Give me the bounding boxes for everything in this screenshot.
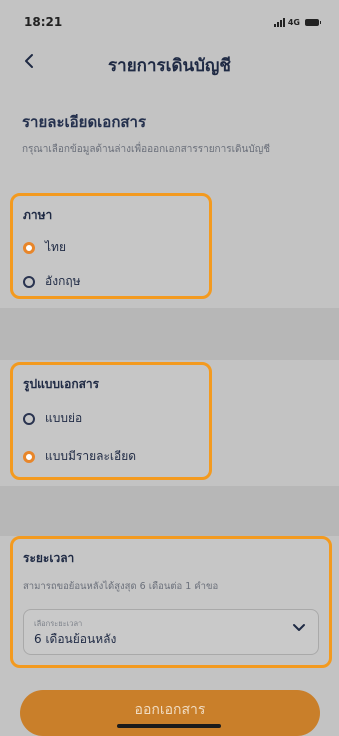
signal-icon <box>273 17 285 27</box>
option-label: แบบมีรายละเอียด <box>45 449 137 463</box>
section-divider <box>0 308 339 360</box>
format-option-detailed[interactable]: แบบมีรายละเอียด <box>23 447 136 466</box>
document-format-card: รูปแบบเอกสาร แบบย่อ แบบมีรายละเอียด <box>10 362 212 480</box>
period-select[interactable]: เลือกระยะเวลา 6 เดือนย้อนหลัง <box>23 609 319 655</box>
option-label: ไทย <box>45 240 66 254</box>
period-description: สามารถขอย้อนหลังได้สูงสุด 6 เดือนต่อ 1 ค… <box>23 581 219 592</box>
section-description: กรุณาเลือกข้อมูลด้านล่างเพื่อออกเอกสารรา… <box>22 144 270 155</box>
language-option-thai[interactable]: ไทย <box>23 238 66 257</box>
chevron-down-icon <box>293 624 305 631</box>
screen: 18:21 4G รายการเดินบัญชี รายละเอียดเอกสา… <box>0 0 339 736</box>
select-value: 6 เดือนย้อนหลัง <box>34 632 117 646</box>
issue-document-button[interactable]: ออกเอกสาร <box>20 690 320 736</box>
radio-checked-icon <box>23 241 35 254</box>
section-heading: รายละเอียดเอกสาร <box>22 113 147 131</box>
option-label: แบบย่อ <box>45 411 83 425</box>
select-caption: เลือกระยะเวลา <box>34 619 83 628</box>
network-type: 4G <box>287 17 300 27</box>
nav-bar: รายการเดินบัญชี <box>0 44 339 80</box>
option-label: อังกฤษ <box>45 274 81 288</box>
period-title: ระยะเวลา <box>23 551 75 565</box>
document-format-title: รูปแบบเอกสาร <box>23 377 100 391</box>
home-indicator <box>117 724 221 728</box>
format-option-short[interactable]: แบบย่อ <box>23 409 82 428</box>
radio-unchecked-icon <box>23 275 35 288</box>
status-time: 18:21 <box>24 15 63 29</box>
language-title: ภาษา <box>23 208 53 222</box>
language-option-english[interactable]: อังกฤษ <box>23 272 81 291</box>
intro-section: รายละเอียดเอกสาร กรุณาเลือกข้อมูลด้านล่า… <box>22 110 322 158</box>
period-card: ระยะเวลา สามารถขอย้อนหลังได้สูงสุด 6 เดื… <box>10 536 332 668</box>
status-indicators: 4G <box>273 17 321 27</box>
status-bar: 18:21 4G <box>0 0 339 44</box>
page-title: รายการเดินบัญชี <box>108 56 231 76</box>
language-card: ภาษา ไทย อังกฤษ <box>10 193 212 299</box>
section-divider <box>0 486 339 536</box>
battery-icon <box>305 18 321 26</box>
radio-checked-icon <box>23 450 35 463</box>
radio-unchecked-icon <box>23 412 35 425</box>
